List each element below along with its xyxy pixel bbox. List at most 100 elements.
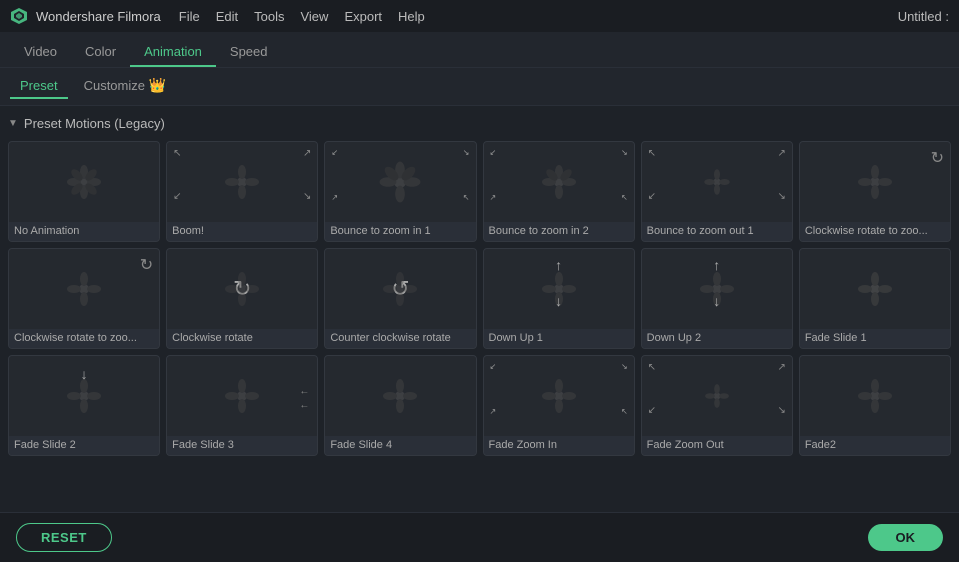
section-title: Preset Motions (Legacy) — [24, 116, 165, 131]
arrow-tr-fzo: ↗ — [777, 362, 785, 373]
anim-card-fade-zoom-out[interactable]: ↖ ↗ ↙ ↘ Fade Zoom Out — [641, 355, 793, 456]
arrow-tl-icon: ↖ — [173, 148, 181, 159]
arrow-bl-icon: ↗ — [490, 193, 497, 202]
crown-icon: 👑 — [149, 77, 166, 93]
animation-grid: No Animation ↖ ↗ ↙ ↘ Boom! ↙ — [8, 141, 951, 456]
arrow-bl-icon: ↗ — [331, 193, 338, 202]
anim-thumbnail: ↻ — [167, 249, 317, 329]
anim-label: Fade Slide 1 — [800, 329, 950, 348]
anim-card-boom[interactable]: ↖ ↗ ↙ ↘ Boom! — [166, 141, 318, 242]
anim-card-down-up-2[interactable]: ↑ ↓ Down Up 2 — [641, 248, 793, 349]
arrow-br-icon: ↘ — [777, 191, 785, 202]
anim-label: Fade2 — [800, 436, 950, 455]
anim-thumbnail: ↑ ↓ — [484, 249, 634, 329]
anim-thumbnail: ↻ — [800, 142, 950, 222]
anim-card-bounce-zoom-out-1[interactable]: ↖ ↗ ↙ ↘ Bounce to zoom out 1 — [641, 141, 793, 242]
anim-thumbnail: ↙ ↘ ↗ ↖ — [325, 142, 475, 222]
anim-label: Fade Slide 2 — [9, 436, 159, 455]
anim-card-counter-clockwise[interactable]: ↺ Counter clockwise rotate — [324, 248, 476, 349]
anim-thumbnail: ↖ ↗ ↙ ↘ — [167, 142, 317, 222]
arrow-br-icon: ↘ — [303, 191, 311, 202]
reset-button[interactable]: RESET — [16, 523, 112, 552]
anim-card-clockwise-rotate-zoom2[interactable]: ↻ Clockwise rotate to zoo... — [8, 248, 160, 349]
arrow-br-icon: ↖ — [463, 193, 470, 202]
anim-thumbnail — [800, 356, 950, 436]
anim-card-bounce-zoom-in-2[interactable]: ↙ ↘ ↗ ↖ Bounce to zoom in 2 — [483, 141, 635, 242]
anim-label: Boom! — [167, 222, 317, 241]
window-title: Untitled : — [898, 9, 949, 24]
arrow-tl-fzi: ↙ — [490, 362, 497, 371]
menu-export[interactable]: Export — [344, 9, 382, 24]
anim-label: Fade Slide 4 — [325, 436, 475, 455]
anim-label: Bounce to zoom out 1 — [642, 222, 792, 241]
subtab-customize[interactable]: Customize 👑 — [74, 73, 176, 100]
anim-card-fade-zoom-in[interactable]: ↙ ↘ ↗ ↖ Fade Zoom In — [483, 355, 635, 456]
anim-label: Clockwise rotate to zoo... — [800, 222, 950, 241]
arrow-down-icon: ↓ — [555, 293, 562, 309]
anim-label: Down Up 2 — [642, 329, 792, 348]
content-area: ▼ Preset Motions (Legacy) No Animation — [0, 106, 959, 512]
anim-label: Counter clockwise rotate — [325, 329, 475, 348]
anim-thumbnail: ↖ ↗ ↙ ↘ — [642, 356, 792, 436]
anim-card-no-animation[interactable]: No Animation — [8, 141, 160, 242]
anim-thumbnail — [800, 249, 950, 329]
arrow-br-fzo: ↘ — [777, 405, 785, 416]
anim-card-clockwise-rotate[interactable]: ↻ Clockwise rotate — [166, 248, 318, 349]
menu-help[interactable]: Help — [398, 9, 425, 24]
anim-label: No Animation — [9, 222, 159, 241]
menu-bar: File Edit Tools View Export Help — [179, 9, 425, 24]
rotate-icon2: ↻ — [140, 255, 153, 275]
anim-thumbnail: ↻ — [9, 249, 159, 329]
anim-thumbnail: ↑ ↓ — [642, 249, 792, 329]
anim-card-fade2[interactable]: Fade2 — [799, 355, 951, 456]
arrow-tr-icon: ↘ — [621, 148, 628, 157]
app-name: Wondershare Filmora — [36, 9, 161, 24]
anim-label: Fade Slide 3 — [167, 436, 317, 455]
arrow-tr-icon: ↗ — [303, 148, 311, 159]
tab-color[interactable]: Color — [71, 38, 130, 67]
anim-card-clockwise-rotate-zoom[interactable]: ↻ Clockwise rotate to zoo... — [799, 141, 951, 242]
arrow-bl-icon: ↙ — [173, 191, 181, 202]
menu-view[interactable]: View — [300, 9, 328, 24]
anim-card-bounce-zoom-in-1[interactable]: ↙ ↘ ↗ ↖ Bounce to zoom in 1 — [324, 141, 476, 242]
tab-bar: Video Color Animation Speed — [0, 32, 959, 68]
menu-edit[interactable]: Edit — [216, 9, 238, 24]
app-logo — [10, 7, 28, 25]
anim-thumbnail: ← ← — [167, 356, 317, 436]
anim-thumbnail: ↓ — [9, 356, 159, 436]
anim-label: Bounce to zoom in 2 — [484, 222, 634, 241]
anim-thumbnail: ↙ ↘ ↗ ↖ — [484, 142, 634, 222]
arrow-bl-fzo: ↙ — [648, 405, 656, 416]
anim-card-fade-slide-3[interactable]: ← ← Fade Slide 3 — [166, 355, 318, 456]
arrow-bl-icon: ↙ — [648, 191, 656, 202]
arrow-br-fzi: ↖ — [621, 407, 628, 416]
subtab-preset[interactable]: Preset — [10, 74, 68, 99]
arrow-tr-fzi: ↘ — [621, 362, 628, 371]
tab-video[interactable]: Video — [10, 38, 71, 67]
menu-tools[interactable]: Tools — [254, 9, 284, 24]
arrow-tl-fzo: ↖ — [648, 362, 656, 373]
arrow-tl-icon: ↙ — [331, 148, 338, 157]
anim-thumbnail — [325, 356, 475, 436]
section-header[interactable]: ▼ Preset Motions (Legacy) — [8, 116, 951, 131]
anim-thumbnail — [9, 142, 159, 222]
arrow-tr-icon: ↗ — [777, 148, 785, 159]
anim-card-fade-slide-1[interactable]: Fade Slide 1 — [799, 248, 951, 349]
arrow-tr-icon: ↘ — [463, 148, 470, 157]
anim-thumbnail: ↙ ↘ ↗ ↖ — [484, 356, 634, 436]
anim-card-down-up-1[interactable]: ↑ ↓ Down Up 1 — [483, 248, 635, 349]
anim-label: Fade Zoom Out — [642, 436, 792, 455]
anim-card-fade-slide-2[interactable]: ↓ Fade Slide 2 — [8, 355, 160, 456]
tab-animation[interactable]: Animation — [130, 38, 216, 67]
arrow-br-icon: ↖ — [621, 193, 628, 202]
tab-speed[interactable]: Speed — [216, 38, 282, 67]
anim-label: Clockwise rotate — [167, 329, 317, 348]
ok-button[interactable]: OK — [868, 524, 944, 551]
anim-card-fade-slide-4[interactable]: Fade Slide 4 — [324, 355, 476, 456]
title-bar: Wondershare Filmora File Edit Tools View… — [0, 0, 959, 32]
bottom-bar: RESET OK — [0, 512, 959, 562]
anim-thumbnail: ↺ — [325, 249, 475, 329]
arrow-tl-icon: ↖ — [648, 148, 656, 159]
menu-file[interactable]: File — [179, 9, 200, 24]
anim-label: Clockwise rotate to zoo... — [9, 329, 159, 348]
